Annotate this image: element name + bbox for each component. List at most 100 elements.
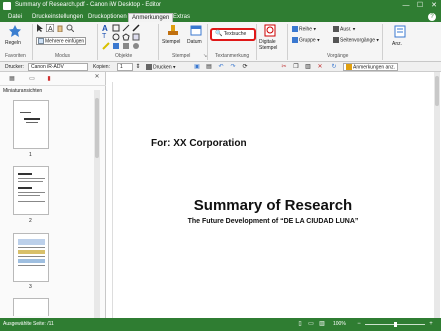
zoom-slider-thumb[interactable]	[393, 322, 397, 327]
thumbnail-scrollbar-thumb[interactable]	[95, 98, 99, 158]
page-thumbnail-4[interactable]	[13, 298, 49, 316]
continuous-view-icon[interactable]: ▭	[307, 320, 315, 328]
undo-icon[interactable]: ↶	[217, 63, 225, 71]
zoom-level: 100%	[333, 321, 346, 327]
maximize-button[interactable]: ☐	[413, 0, 427, 12]
print-button[interactable]: Drucken ▾	[146, 64, 176, 70]
text-box-icon[interactable]: A	[102, 24, 108, 33]
show-button[interactable]: Anz.	[392, 41, 402, 47]
selected-page-status: Ausgewählte Seite: /11	[3, 321, 54, 327]
zoom-icon[interactable]	[66, 24, 74, 32]
digital-stamp-button[interactable]: Digitale Stempel	[259, 39, 283, 51]
marker-icon[interactable]	[112, 42, 120, 50]
zoom-out-icon[interactable]: −	[355, 320, 363, 328]
close-pane-icon[interactable]: ✕	[93, 73, 101, 81]
document-subtitle: The Future Development of “DE LA CIUDAD …	[187, 218, 359, 225]
close-button[interactable]: ✕	[427, 0, 441, 12]
page-thumbnail-2[interactable]	[13, 166, 49, 215]
thumbnails-tab-icon[interactable]: ▦	[8, 75, 16, 83]
ellipse-icon[interactable]	[112, 33, 120, 41]
copies-stepper[interactable]: ⇕	[134, 63, 142, 71]
page-number-3: 3	[29, 284, 32, 290]
save-icon[interactable]: ▣	[193, 63, 201, 71]
group-separator	[32, 24, 33, 60]
cut-icon[interactable]: ✂	[280, 63, 288, 71]
group-label-objects: Objekte	[115, 53, 133, 59]
polygon-icon[interactable]	[122, 33, 130, 41]
tab-anmerkungen[interactable]: Anmerkungen	[128, 13, 174, 22]
bookmark-tab-icon[interactable]: ▮	[45, 75, 53, 83]
text-icon[interactable]: T	[102, 33, 106, 40]
document-title: Summary of Research	[193, 197, 353, 214]
page-number-1: 1	[29, 152, 32, 158]
align-button[interactable]: Ausr. ▾	[333, 26, 355, 32]
group-separator	[287, 24, 288, 60]
digital-stamp-icon[interactable]	[263, 24, 277, 37]
text-search-button[interactable]: 🔍 Textsuche	[210, 28, 256, 41]
multi-paste-button[interactable]: Mehrere einfügen	[36, 37, 87, 46]
group-label: Gruppe	[299, 37, 316, 44]
app-icon	[3, 2, 11, 10]
group-icon	[292, 37, 298, 43]
fill-rect-icon[interactable]	[122, 42, 130, 50]
rotate-icon[interactable]: ↻	[330, 63, 338, 71]
tab-datei[interactable]: Datei	[5, 13, 25, 22]
group-label-favorites: Favoriten	[5, 53, 26, 59]
zoom-in-icon[interactable]: +	[427, 320, 435, 328]
comments-tab-icon[interactable]: ▭	[28, 75, 36, 83]
help-icon[interactable]: ?	[428, 13, 436, 21]
copy-icon[interactable]: ❐	[292, 63, 300, 71]
copies-input[interactable]: 1	[117, 63, 133, 71]
refresh-icon[interactable]: ⟳	[241, 63, 249, 71]
delete-icon[interactable]: ✕	[316, 63, 324, 71]
minimize-button[interactable]: —	[399, 0, 413, 12]
document-for-line: For: XX Corporation	[151, 138, 247, 149]
show-annotations-icon[interactable]	[393, 25, 407, 38]
paste-icon[interactable]: ▥	[304, 63, 312, 71]
redo-icon[interactable]: ↷	[229, 63, 237, 71]
stamp-icon[interactable]	[166, 24, 180, 37]
rectangle-icon[interactable]	[112, 24, 120, 32]
group-separator	[256, 24, 257, 60]
page-thumbnail-3[interactable]	[13, 233, 49, 282]
tab-druckoptionen[interactable]: Druckoptionen	[85, 13, 130, 22]
tab-druckeinstellungen[interactable]: Druckeinstellungen	[29, 13, 86, 22]
show-annotations-toggle[interactable]: Anmerkungen anz.	[343, 63, 398, 71]
two-page-view-icon[interactable]: ▥	[318, 320, 326, 328]
single-page-view-icon[interactable]: ▯	[296, 320, 304, 328]
print-toolbar: Drucker: Canon iR-ADV Kopien: 1 ⇕ Drucke…	[0, 62, 441, 72]
group-label-operations: Vorgänge	[327, 53, 349, 59]
document-scrollbar[interactable]	[434, 72, 440, 318]
highlighter-icon[interactable]	[102, 42, 110, 50]
fill-ellipse-icon[interactable]	[132, 42, 140, 50]
line-icon[interactable]	[122, 24, 130, 32]
tab-extras[interactable]: Extras	[170, 13, 193, 22]
register-button[interactable]: Regeln	[5, 40, 21, 46]
text-select-icon[interactable]: A	[46, 24, 54, 32]
date-stamp-icon[interactable]	[189, 24, 203, 37]
group-button[interactable]: Gruppe ▾	[292, 37, 320, 43]
zoom-slider[interactable]	[365, 322, 425, 327]
ribbon-tabs: Datei Druckeinstellungen Druckoptionen A…	[0, 12, 441, 22]
stamp-button[interactable]: Stempel	[162, 39, 180, 45]
group-label-text-annotation: Textanmerkung	[215, 53, 250, 59]
select-arrow-icon[interactable]	[36, 24, 44, 32]
group-label-mode: Modus	[55, 53, 71, 59]
group-separator	[97, 24, 98, 60]
page-thumbnail-1[interactable]	[13, 100, 49, 149]
date-button[interactable]: Datum	[187, 39, 202, 45]
align-icon	[333, 26, 339, 32]
page-ops-button[interactable]: Seitenvorgänge ▾	[333, 37, 379, 43]
hand-icon[interactable]	[56, 24, 64, 32]
thumbnail-pane: ▦ ▭ ▮ ✕ Miniaturansichten 1 2 3	[0, 72, 106, 318]
document-view: For: XX Corporation Summary of Research …	[107, 72, 441, 318]
pen-icon[interactable]	[132, 24, 140, 32]
thumbnail-scrollbar[interactable]	[94, 90, 100, 318]
show-annotations-label: Anmerkungen anz.	[353, 64, 395, 71]
printer-select[interactable]: Canon iR-ADV	[28, 63, 88, 71]
row-button[interactable]: Reihe ▾	[292, 26, 316, 32]
document-scrollbar-thumb[interactable]	[435, 76, 439, 106]
open-icon[interactable]: ▤	[205, 63, 213, 71]
printer-label: Drucker:	[5, 64, 24, 70]
image-icon[interactable]	[132, 33, 140, 41]
